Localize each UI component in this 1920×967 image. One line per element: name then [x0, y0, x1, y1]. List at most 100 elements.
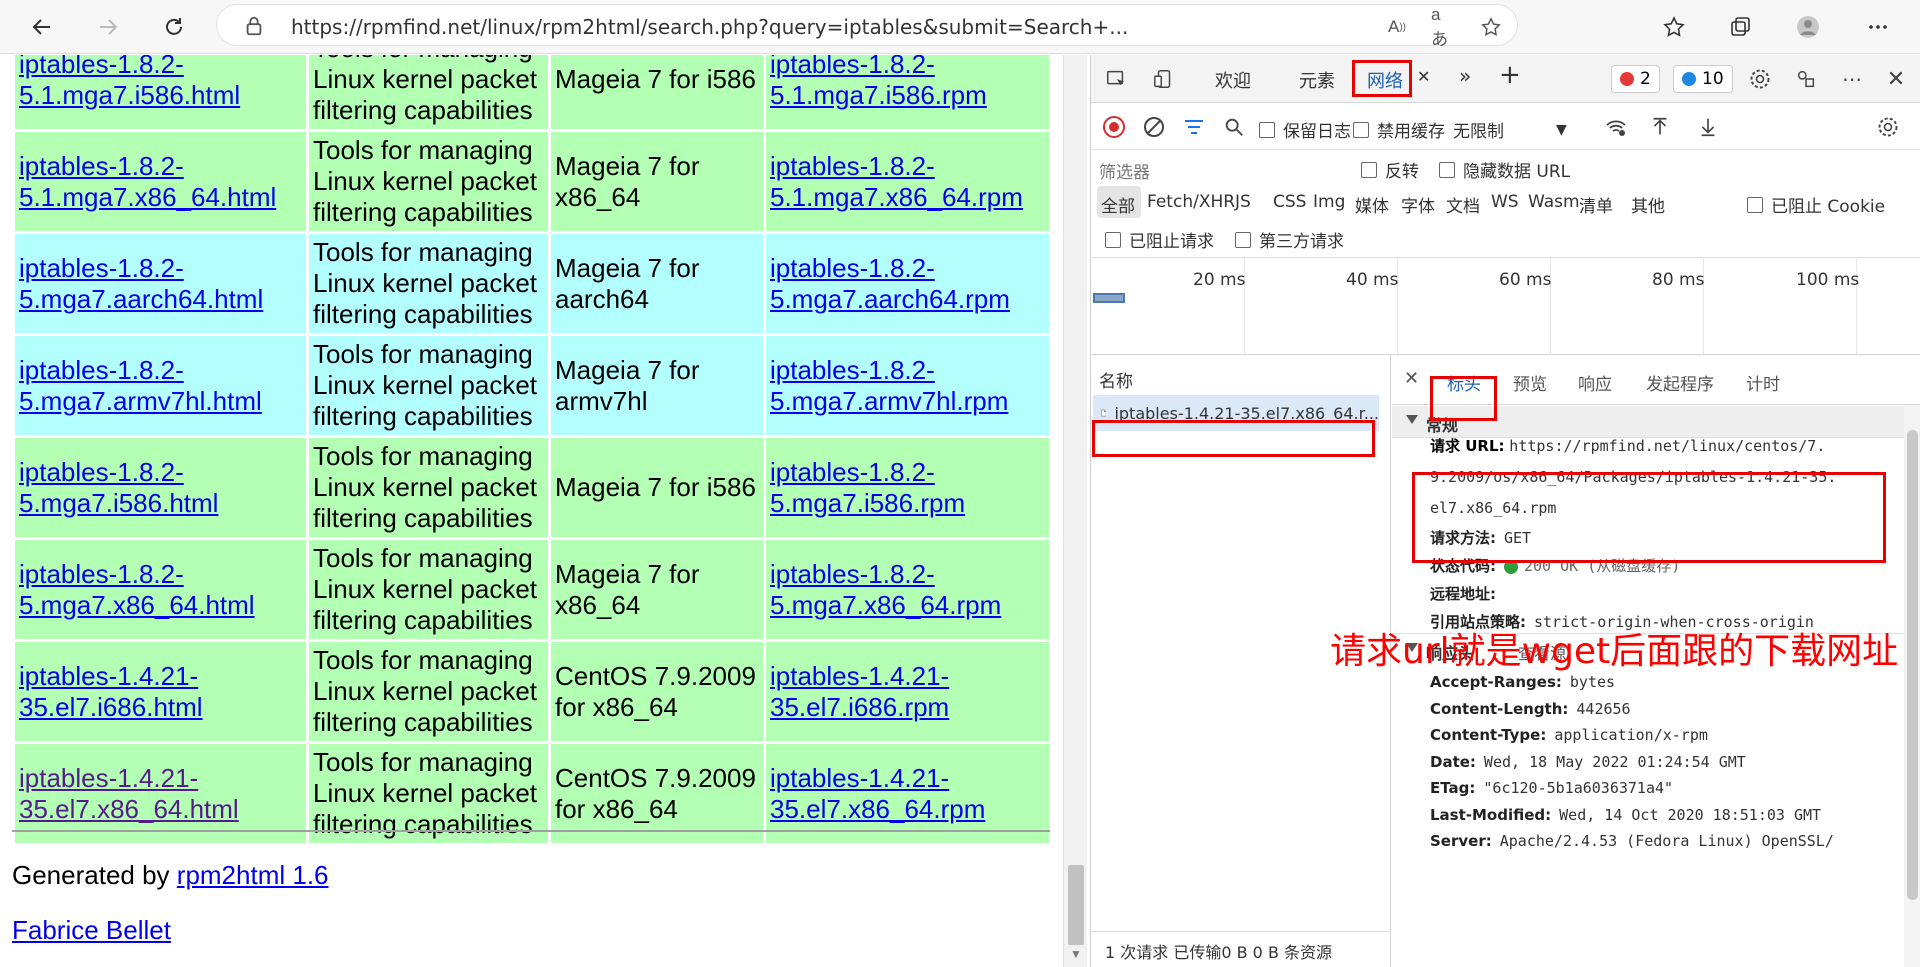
package-html-link[interactable]: iptables-1.8.2- 5.1.mga7.x86_64.html — [19, 151, 276, 212]
filter-input[interactable]: 筛选器 — [1091, 151, 1341, 185]
page-scrollbar[interactable]: ▼ — [1063, 55, 1087, 967]
rpm-download-link[interactable]: iptables-1.8.2- 5.mga7.armv7hl.rpm — [770, 355, 1008, 416]
forward-button[interactable] — [90, 9, 126, 45]
close-network-tab-icon[interactable]: ✕ — [1417, 67, 1430, 86]
tab-preview[interactable]: 预览 — [1513, 370, 1547, 395]
address-bar[interactable]: https://rpmfind.net/linux/rpm2html/searc… — [216, 4, 1518, 49]
url-text[interactable]: https://rpmfind.net/linux/rpm2html/searc… — [291, 15, 1128, 39]
details-scrollbar[interactable] — [1904, 405, 1920, 967]
throttle-select[interactable]: 无限制 ▼ — [1453, 117, 1567, 143]
add-tab-icon[interactable]: + — [1499, 60, 1521, 90]
rpm-download-link[interactable]: iptables-1.8.2- 5.mga7.i586.rpm — [770, 457, 965, 518]
third-party-checkbox[interactable]: 第三方请求 — [1235, 227, 1344, 252]
type-filter-5[interactable]: 媒体 — [1355, 192, 1389, 217]
rpm-download-link[interactable]: iptables-1.8.2- 5.1.mga7.x86_64.rpm — [770, 151, 1023, 212]
checkbox-icon[interactable] — [1439, 161, 1455, 178]
type-filter-9[interactable]: Wasm — [1528, 192, 1580, 212]
tab-headers[interactable]: 标头 — [1447, 370, 1481, 395]
timeline-request-bar[interactable] — [1093, 293, 1125, 303]
refresh-button[interactable] — [156, 9, 192, 45]
scroll-down-arrow-icon[interactable]: ▼ — [1070, 947, 1082, 961]
package-html-link[interactable]: iptables-1.8.2- 5.1.mga7.i586.html — [19, 55, 240, 110]
name-column-header[interactable]: 名称 — [1099, 367, 1133, 392]
checkbox-icon[interactable] — [1747, 196, 1763, 213]
package-html-link[interactable]: iptables-1.8.2- 5.mga7.aarch64.html — [19, 253, 263, 314]
more-menu-button[interactable] — [1860, 9, 1896, 45]
package-html-link[interactable]: iptables-1.8.2- 5.mga7.i586.html — [19, 457, 218, 518]
type-filter-1[interactable]: Fetch/XHR — [1147, 192, 1235, 212]
export-har-icon[interactable] — [1695, 114, 1721, 140]
details-scrollbar-thumb[interactable] — [1907, 430, 1918, 900]
checkbox-icon[interactable] — [1259, 121, 1275, 138]
more-tabs-icon[interactable]: » — [1459, 64, 1471, 88]
close-details-icon[interactable]: ✕ — [1404, 368, 1419, 389]
rpm-download-link[interactable]: iptables-1.8.2- 5.1.mga7.i586.rpm — [770, 55, 987, 110]
close-devtools-icon[interactable]: ✕ — [1883, 66, 1909, 92]
tab-welcome[interactable]: 欢迎 — [1215, 67, 1251, 93]
back-button[interactable] — [24, 9, 60, 45]
customize-icon[interactable] — [1793, 66, 1819, 92]
collections-button[interactable] — [1722, 9, 1758, 45]
hide-data-url-checkbox[interactable]: 隐藏数据 URL — [1439, 157, 1570, 182]
rpm-download-link[interactable]: iptables-1.4.21- 35.el7.x86_64.rpm — [770, 763, 985, 824]
disable-cache-checkbox[interactable]: 禁用缓存 — [1353, 117, 1445, 142]
type-filter-2[interactable]: JS — [1235, 192, 1251, 212]
type-filter-6[interactable]: 字体 — [1401, 192, 1435, 217]
profile-button[interactable] — [1790, 9, 1826, 45]
type-filter-3[interactable]: CSS — [1273, 192, 1306, 212]
response-header-row: Content-Length: 442656 — [1430, 700, 1631, 718]
package-html-link[interactable]: iptables-1.4.21- 35.el7.x86_64.html — [19, 763, 239, 824]
settings-gear-icon[interactable] — [1747, 66, 1773, 92]
tab-network[interactable]: 网络 — [1367, 67, 1403, 93]
import-har-icon[interactable] — [1647, 114, 1673, 140]
author-link[interactable]: Fabrice Bellet — [12, 915, 171, 945]
page-scrollbar-thumb[interactable] — [1068, 865, 1084, 945]
search-icon[interactable] — [1221, 114, 1247, 140]
type-filter-4[interactable]: Img — [1313, 192, 1345, 212]
lock-icon[interactable] — [243, 15, 265, 37]
inspect-element-icon[interactable] — [1103, 66, 1129, 92]
record-stop-icon[interactable] — [1101, 114, 1127, 140]
favorites-button[interactable] — [1656, 9, 1692, 45]
type-filter-0[interactable]: 全部 — [1101, 192, 1135, 217]
network-settings-gear-icon[interactable] — [1875, 114, 1901, 140]
rpm-download-link[interactable]: iptables-1.8.2- 5.mga7.x86_64.rpm — [770, 559, 1001, 620]
blocked-cookies-checkbox[interactable]: 已阻止 Cookie — [1747, 192, 1885, 217]
package-html-link[interactable]: iptables-1.8.2- 5.mga7.armv7hl.html — [19, 355, 262, 416]
tab-response[interactable]: 响应 — [1578, 370, 1612, 395]
rpm-download-link[interactable]: iptables-1.8.2- 5.mga7.aarch64.rpm — [770, 253, 1010, 314]
type-filter-8[interactable]: WS — [1491, 192, 1519, 212]
device-emulation-icon[interactable] — [1151, 66, 1177, 92]
method-label: 请求方法: — [1430, 529, 1496, 547]
generator-link[interactable]: rpm2html 1.6 — [177, 860, 329, 890]
package-html-link[interactable]: iptables-1.8.2- 5.mga7.x86_64.html — [19, 559, 255, 620]
invert-checkbox[interactable]: 反转 — [1361, 157, 1419, 182]
type-filter-10[interactable]: 清单 — [1579, 192, 1613, 217]
rpm-download-link[interactable]: iptables-1.4.21- 35.el7.i686.rpm — [770, 661, 949, 722]
error-count-badge[interactable]: 2 — [1611, 65, 1660, 93]
clear-icon[interactable] — [1141, 114, 1167, 140]
tab-timing[interactable]: 计时 — [1746, 370, 1780, 395]
blocked-requests-checkbox[interactable]: 已阻止请求 — [1105, 227, 1214, 252]
add-favorite-icon[interactable] — [1479, 15, 1503, 39]
checkbox-icon[interactable] — [1361, 161, 1377, 178]
type-filter-7[interactable]: 文档 — [1446, 192, 1480, 217]
checkbox-icon[interactable] — [1353, 121, 1369, 138]
request-row[interactable]: iptables-1.4.21-35.el7.x86_64.r... — [1093, 395, 1379, 431]
preserve-log-checkbox[interactable]: 保留日志 — [1259, 117, 1351, 142]
response-header-value: Wed, 14 Oct 2020 18:51:03 GMT — [1559, 805, 1822, 824]
type-filter-11[interactable]: 其他 — [1631, 192, 1665, 217]
message-count-badge[interactable]: 10 — [1673, 65, 1733, 93]
tab-elements[interactable]: 元素 — [1299, 67, 1335, 93]
network-conditions-icon[interactable] — [1603, 114, 1629, 140]
timeline-label: 60 ms — [1499, 270, 1552, 290]
devtools-more-icon[interactable]: ⋯ — [1839, 66, 1865, 92]
filter-icon[interactable] — [1181, 114, 1207, 140]
tab-initiator[interactable]: 发起程序 — [1646, 370, 1714, 395]
read-aloud-icon[interactable]: A)) — [1385, 15, 1409, 39]
translate-icon[interactable]: aあ — [1431, 5, 1455, 49]
network-timeline[interactable]: 20 ms 40 ms 60 ms 80 ms 100 ms — [1091, 257, 1920, 356]
checkbox-icon[interactable] — [1235, 231, 1251, 248]
package-html-link[interactable]: iptables-1.4.21- 35.el7.i686.html — [19, 661, 203, 722]
checkbox-icon[interactable] — [1105, 231, 1121, 248]
